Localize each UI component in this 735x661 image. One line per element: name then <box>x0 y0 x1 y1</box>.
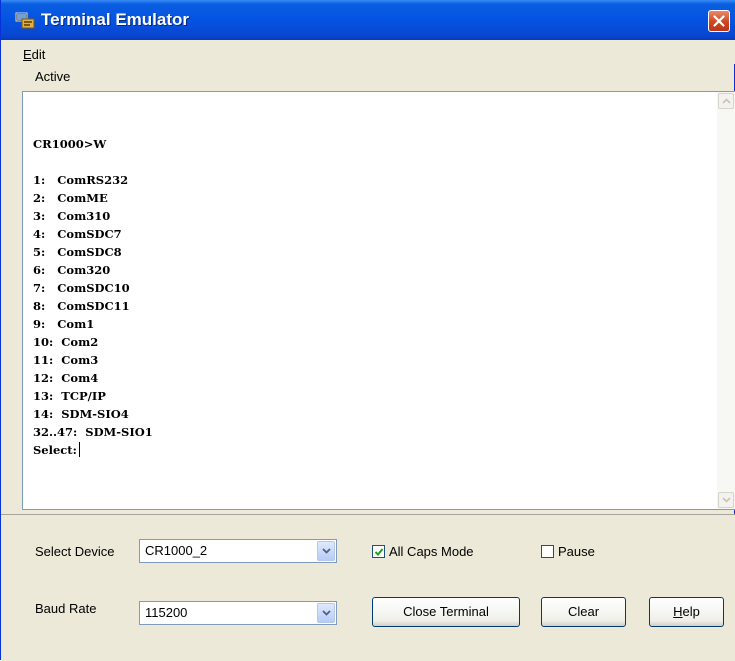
menu-edit-label: dit <box>31 47 46 62</box>
scroll-up-button[interactable] <box>718 93 734 109</box>
all-caps-label[interactable]: All Caps Mode <box>389 544 474 559</box>
terminal-line: CR1000>W <box>33 137 107 151</box>
baud-rate-dropdown[interactable]: 115200 <box>139 601 337 625</box>
chevron-down-icon <box>322 548 331 554</box>
close-button[interactable] <box>708 10 730 32</box>
terminal-line: 2: ComME <box>33 191 108 205</box>
help-mnemonic: H <box>673 604 683 619</box>
select-device-dropdown[interactable]: CR1000_2 <box>139 539 337 563</box>
status-active-label: Active <box>35 69 71 84</box>
select-device-label: Select Device <box>35 544 115 559</box>
select-device-value: CR1000_2 <box>145 543 208 558</box>
text-cursor <box>78 442 80 457</box>
title-bar[interactable]: Terminal Emulator <box>1 0 735 40</box>
menu-edit[interactable]: Edit <box>23 47 45 62</box>
scroll-down-button[interactable] <box>718 492 734 508</box>
terminal-line: 7: ComSDC10 <box>33 281 130 295</box>
terminal-output[interactable]: CR1000>W 1: ComRS232 2: ComME 3: Com310 … <box>22 91 735 510</box>
terminal-emulator-window: Terminal Emulator Edit Active CR1000>W 1… <box>0 0 735 661</box>
terminal-text: CR1000>W 1: ComRS232 2: ComME 3: Com310 … <box>33 117 153 459</box>
help-label: elp <box>682 604 700 619</box>
terminal-line: 9: Com1 <box>33 317 95 331</box>
checkmark-icon <box>374 548 384 556</box>
terminal-lines: CR1000>W 1: ComRS232 2: ComME 3: Com310 … <box>33 137 153 439</box>
all-caps-checkbox[interactable] <box>372 545 385 558</box>
terminal-line: 6: Com320 <box>33 263 111 277</box>
menu-edit-mnemonic: E <box>23 47 32 62</box>
terminal-line: 10: Com2 <box>33 335 99 349</box>
terminal-line: 32..47: SDM-SIO1 <box>33 425 153 439</box>
terminal-line: 14: SDM-SIO4 <box>33 407 129 421</box>
terminal-line: 1: ComRS232 <box>33 173 129 187</box>
close-icon <box>713 15 725 27</box>
terminal-line: 13: TCP/IP <box>33 389 106 403</box>
scroll-up-arrow-icon <box>722 98 731 104</box>
window-title: Terminal Emulator <box>41 10 189 29</box>
status-tab-row <box>23 66 713 88</box>
scroll-down-arrow-icon <box>722 497 731 503</box>
help-button[interactable]: Help <box>649 597 724 627</box>
terminal-line: 11: Com3 <box>33 353 99 367</box>
clear-button[interactable]: Clear <box>541 597 626 627</box>
close-terminal-button[interactable]: Close Terminal <box>372 597 520 627</box>
terminal-line: 3: Com310 <box>33 209 111 223</box>
baud-rate-label: Baud Rate <box>35 601 97 616</box>
baud-rate-dropdown-button[interactable] <box>317 603 335 623</box>
terminal-line: 8: ComSDC11 <box>33 299 130 313</box>
terminal-line: 12: Com4 <box>33 371 99 385</box>
pause-checkbox[interactable] <box>541 545 554 558</box>
menu-bar <box>1 40 735 64</box>
terminal-prompt: Select: <box>33 443 77 457</box>
baud-rate-value: 115200 <box>145 605 188 620</box>
terminal-app-icon <box>15 11 35 29</box>
terminal-line: 4: ComSDC7 <box>33 227 122 241</box>
chevron-down-icon <box>322 610 331 616</box>
select-device-dropdown-button[interactable] <box>317 541 335 561</box>
terminal-line: 5: ComSDC8 <box>33 245 122 259</box>
control-panel <box>1 514 735 661</box>
vertical-scrollbar[interactable] <box>717 92 735 509</box>
pause-label[interactable]: Pause <box>558 544 595 559</box>
